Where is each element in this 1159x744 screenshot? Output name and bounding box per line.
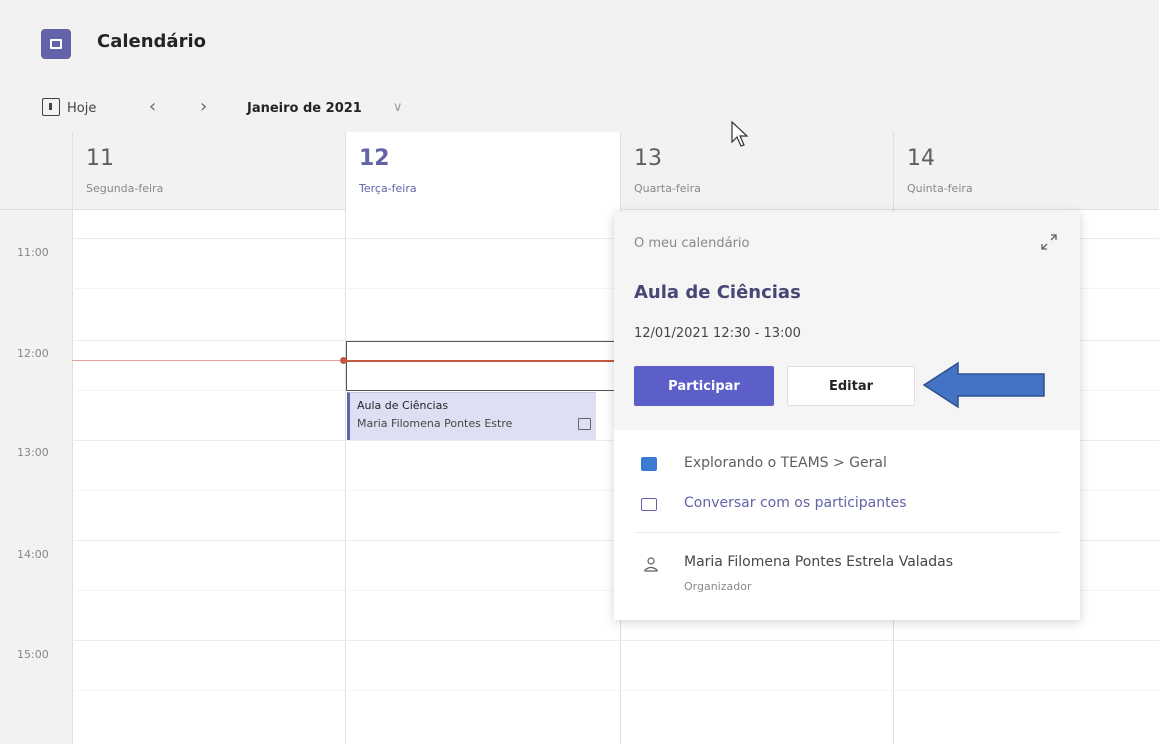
day-header-11[interactable]: 11 Segunda-feira	[72, 132, 345, 210]
chevron-down-icon[interactable]: ∨	[393, 100, 403, 115]
event-details-popup: O meu calendário Aula de Ciências 12/01/…	[614, 212, 1080, 620]
organizer-name: Maria Filomena Pontes Estrela Valadas	[684, 554, 954, 570]
day-column-divider	[72, 132, 73, 744]
calendar-label: O meu calendário	[634, 236, 750, 251]
hour-label: 12:00	[17, 347, 49, 360]
day-name: Quinta-feira	[907, 182, 973, 195]
day-header-14[interactable]: 14 Quinta-feira	[893, 132, 1159, 210]
event-organizer: Maria Filomena Pontes Estre	[357, 417, 513, 430]
day-name: Segunda-feira	[86, 182, 164, 195]
today-icon[interactable]	[42, 98, 60, 116]
today-button[interactable]: Hoje	[67, 101, 96, 116]
half-hour-gridline	[72, 690, 1159, 691]
current-time-line-today	[345, 360, 620, 362]
person-icon	[644, 557, 658, 572]
app-title: Calendário	[97, 31, 206, 52]
day-name: Terça-feira	[359, 182, 417, 195]
teams-channel-icon	[641, 457, 657, 471]
event-title: Aula de Ciências	[357, 399, 449, 412]
current-time-dot	[340, 357, 347, 364]
join-button[interactable]: Participar	[634, 366, 774, 406]
day-number: 11	[86, 146, 114, 171]
day-number: 12	[359, 146, 390, 171]
hour-label: 13:00	[17, 446, 49, 459]
day-header-13[interactable]: 13 Quarta-feira	[620, 132, 893, 210]
annotation-arrow-icon	[922, 361, 1045, 409]
channel-link[interactable]: Explorando o TEAMS > Geral	[684, 455, 887, 471]
chat-participants-link[interactable]: Conversar com os participantes	[684, 495, 907, 511]
app-header: Calendário	[0, 0, 1159, 88]
expand-icon[interactable]	[1039, 232, 1059, 252]
hour-gridline	[72, 640, 1159, 641]
hour-label: 11:00	[17, 246, 49, 259]
day-name: Quarta-feira	[634, 182, 701, 195]
day-column-divider	[345, 132, 346, 744]
meeting-icon	[578, 418, 591, 430]
day-number: 13	[634, 146, 662, 171]
calendar-toolbar	[0, 88, 1159, 132]
event-block[interactable]: Aula de Ciências Maria Filomena Pontes E…	[347, 392, 596, 440]
mouse-cursor-icon	[731, 120, 749, 147]
organizer-role: Organizador	[684, 580, 752, 593]
hour-label: 15:00	[17, 648, 49, 661]
chevron-right-icon[interactable]: ›	[200, 96, 207, 117]
month-picker[interactable]: Janeiro de 2021	[247, 101, 362, 116]
popup-title: Aula de Ciências	[634, 282, 801, 303]
hour-label: 14:00	[17, 548, 49, 561]
day-number: 14	[907, 146, 935, 171]
divider	[634, 532, 1060, 533]
calendar-icon	[41, 29, 71, 59]
selected-time-slot[interactable]	[346, 341, 620, 391]
edit-button[interactable]: Editar	[787, 366, 915, 406]
chat-icon	[641, 498, 657, 511]
day-header-12[interactable]: 12 Terça-feira	[345, 132, 620, 210]
popup-time: 12/01/2021 12:30 - 13:00	[634, 326, 801, 341]
chevron-left-icon[interactable]: ‹	[149, 96, 156, 117]
